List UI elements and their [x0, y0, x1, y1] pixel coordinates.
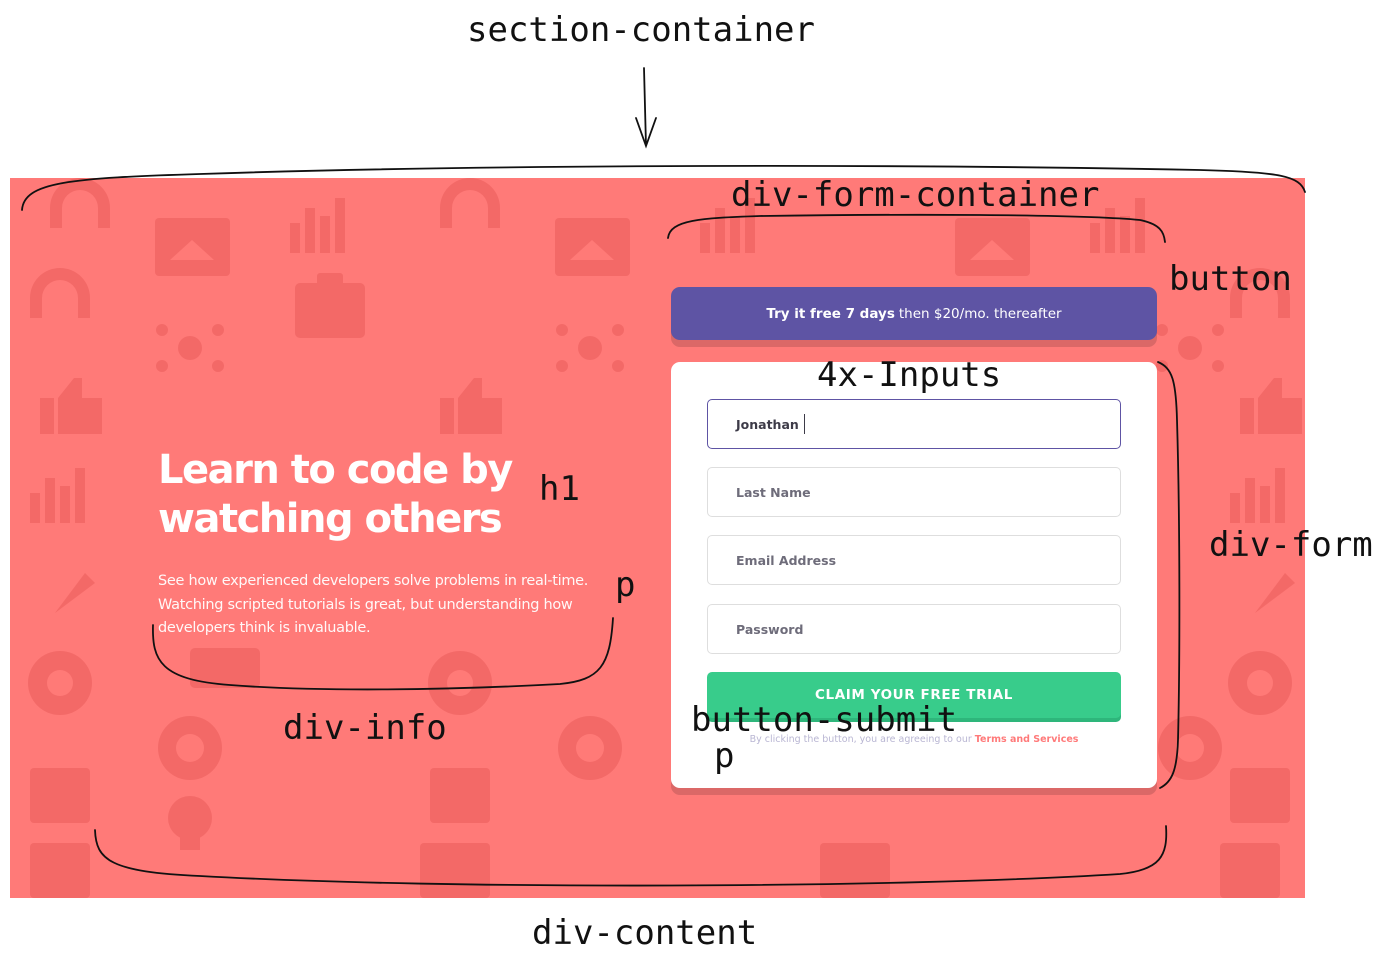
bar-chart-icon: [1230, 468, 1285, 523]
rocket-icon: [1235, 573, 1295, 633]
password-input[interactable]: Password: [707, 604, 1121, 654]
network-icon: [1156, 324, 1224, 372]
annotation-div-form-container: div-form-container: [731, 175, 1100, 215]
thumbs-up-icon: [40, 378, 102, 434]
terms-link[interactable]: Terms and Services: [975, 734, 1079, 745]
annotation-h1: h1: [539, 469, 580, 509]
lightbulb-icon: [168, 796, 212, 850]
headset-icon: [440, 178, 500, 228]
annotation-div-content: div-content: [532, 913, 758, 953]
toolbox-icon: [295, 273, 365, 338]
last-name-placeholder: Last Name: [736, 484, 811, 500]
promo-button[interactable]: Try it free 7 days then $20/mo. thereaft…: [671, 287, 1157, 340]
annotation-button-submit: button-submit: [691, 700, 958, 740]
first-name-value: Jonathan: [736, 416, 799, 432]
annotation-section-container: section-container: [467, 10, 815, 50]
headset-icon: [50, 178, 110, 228]
email-placeholder: Email Address: [736, 552, 837, 568]
lifebuoy-icon: [1158, 716, 1222, 780]
browser-window-icon: [420, 843, 490, 898]
network-icon: [556, 324, 624, 372]
bar-chart-icon: [290, 198, 345, 253]
thumbs-up-icon: [440, 378, 502, 434]
gear-icon: [1228, 651, 1292, 715]
lifebuoy-icon: [158, 716, 222, 780]
thumbs-up-icon: [1240, 378, 1302, 434]
promo-rest-text: then $20/mo. thereafter: [898, 305, 1062, 322]
gear-icon: [428, 651, 492, 715]
lifebuoy-icon: [558, 716, 622, 780]
browser-window-icon: [955, 218, 1030, 276]
arrow-down-icon: [635, 67, 657, 149]
calendar-icon: [30, 768, 90, 823]
browser-window-icon: [555, 218, 630, 276]
calendar-icon: [430, 768, 490, 823]
hero-section: Learn to code by watching others See how…: [10, 178, 1305, 898]
annotation-p-form: p: [714, 736, 735, 776]
sitemap-icon: [1220, 843, 1280, 898]
gear-icon: [28, 651, 92, 715]
browser-window-icon: [155, 218, 230, 276]
promo-bold-text: Try it free 7 days: [766, 305, 895, 322]
annotation-div-form: div-form: [1209, 525, 1373, 565]
annotation-button: button: [1169, 259, 1292, 299]
annotation-inputs: 4x-Inputs: [817, 355, 1002, 395]
hero-description: See how experienced developers solve pro…: [158, 573, 589, 636]
toolbox-icon: [190, 648, 260, 688]
first-name-input[interactable]: Jonathan: [707, 399, 1121, 449]
text-cursor: [803, 414, 806, 434]
password-placeholder: Password: [736, 621, 804, 637]
rocket-icon: [35, 573, 95, 633]
network-icon: [156, 324, 224, 372]
email-input[interactable]: Email Address: [707, 535, 1121, 585]
sitemap-icon: [30, 843, 90, 898]
annotation-div-info: div-info: [283, 708, 447, 748]
headset-icon: [30, 268, 90, 318]
last-name-input[interactable]: Last Name: [707, 467, 1121, 517]
browser-window-icon: [820, 843, 890, 898]
bar-chart-icon: [30, 468, 85, 523]
annotation-p-info: p: [615, 565, 636, 605]
calendar-icon: [1230, 768, 1290, 823]
